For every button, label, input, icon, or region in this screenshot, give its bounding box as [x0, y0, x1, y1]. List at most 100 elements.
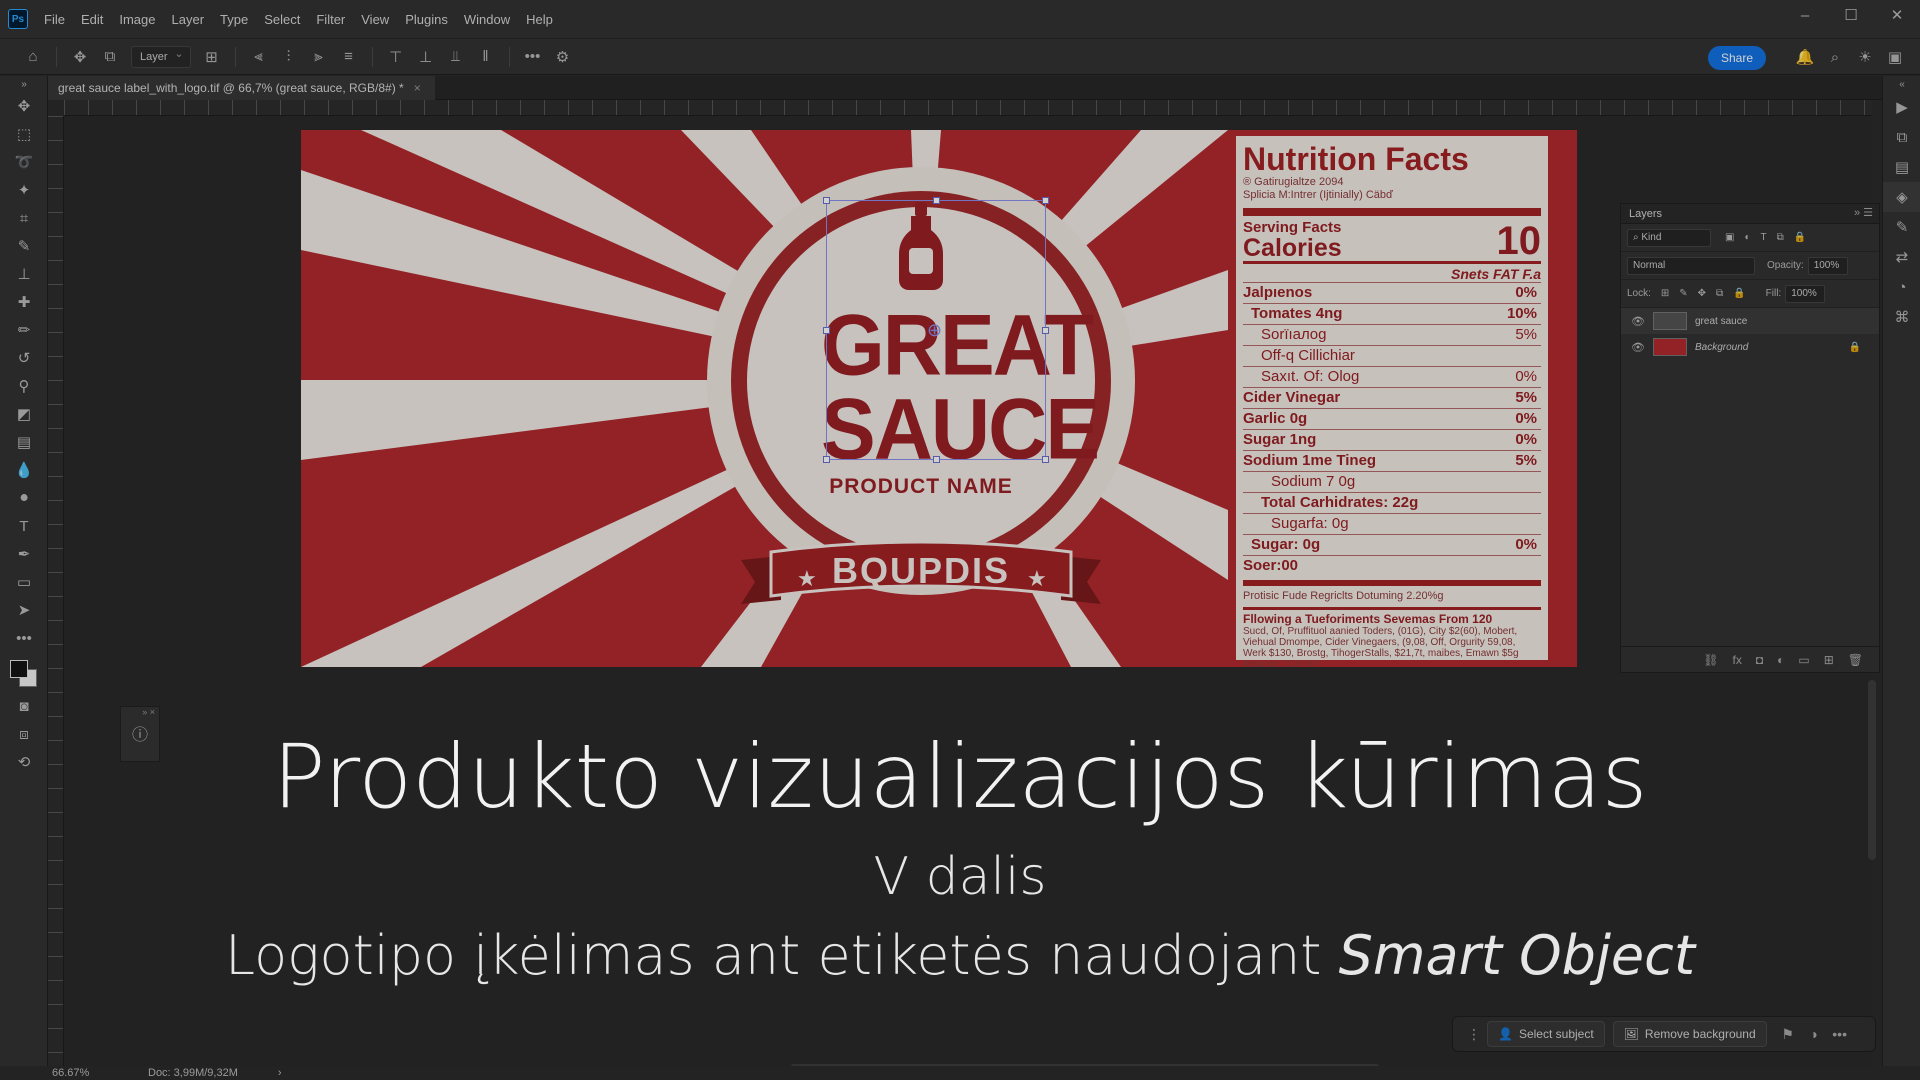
- collapse-dock-icon[interactable]: «: [1883, 76, 1920, 92]
- transform-handle[interactable]: [933, 197, 940, 204]
- new-group-icon[interactable]: ▭: [1798, 653, 1809, 667]
- home-icon[interactable]: ⌂: [18, 44, 48, 70]
- auto-select-icon[interactable]: ⧉: [95, 44, 125, 70]
- blur-tool-icon[interactable]: 💧: [0, 456, 48, 484]
- transform-handle[interactable]: [933, 456, 940, 463]
- visibility-eye-icon[interactable]: 👁: [1631, 315, 1647, 328]
- marquee-tool-icon[interactable]: ⬚: [0, 120, 48, 148]
- clone-tool-icon[interactable]: ⚲: [0, 372, 48, 400]
- fill-field[interactable]: 100%: [1785, 284, 1826, 303]
- auto-select-dropdown[interactable]: Layer: [131, 45, 191, 68]
- generative-fill-icon[interactable]: ⚑: [1775, 1026, 1801, 1043]
- minimize-icon[interactable]: –: [1782, 0, 1828, 30]
- blend-mode-dropdown[interactable]: Normal: [1627, 256, 1755, 275]
- gradient-tool-icon[interactable]: ▤: [0, 428, 48, 456]
- menu-window[interactable]: Window: [456, 12, 518, 27]
- discover-lightbulb-icon[interactable]: ☀: [1850, 44, 1880, 70]
- align-top-icon[interactable]: ⊤: [381, 44, 411, 70]
- link-layers-icon[interactable]: ⛓: [1703, 653, 1718, 667]
- crop-tool-icon[interactable]: ⌗: [0, 204, 48, 232]
- lock-icons[interactable]: ⊞✎✥⧉🔒: [1661, 288, 1756, 299]
- history-brush-tool-icon[interactable]: ↺: [0, 344, 48, 372]
- layer-filter-icons[interactable]: ▣◐T⧉🔒: [1725, 232, 1816, 243]
- collapse-toolbar-icon[interactable]: »: [0, 76, 48, 92]
- layer-filter-dropdown[interactable]: ⌕ Kind: [1627, 228, 1711, 247]
- opacity-field[interactable]: 100%: [1807, 256, 1848, 275]
- brush-settings-icon[interactable]: ✎: [1883, 212, 1920, 242]
- transform-handle[interactable]: [823, 327, 830, 334]
- move-tool-preset-icon[interactable]: ✥: [65, 44, 95, 70]
- more-tools-icon[interactable]: •••: [0, 624, 48, 652]
- transform-handle[interactable]: [1042, 456, 1049, 463]
- close-document-icon[interactable]: ×: [414, 81, 421, 95]
- maximize-icon[interactable]: ☐: [1828, 0, 1874, 30]
- menu-edit[interactable]: Edit: [73, 12, 111, 27]
- menu-filter[interactable]: Filter: [308, 12, 353, 27]
- menu-layer[interactable]: Layer: [164, 12, 213, 27]
- menu-file[interactable]: File: [36, 12, 73, 27]
- history-icon[interactable]: ⧉: [1883, 122, 1920, 152]
- delete-layer-icon[interactable]: 🗑: [1848, 653, 1863, 667]
- document-tab[interactable]: great sauce label_with_logo.tif @ 66,7% …: [48, 76, 435, 100]
- reference-point-icon[interactable]: ⊕: [927, 320, 942, 341]
- menu-type[interactable]: Type: [212, 12, 256, 27]
- libraries-icon[interactable]: ▤: [1883, 152, 1920, 182]
- adjustments-icon[interactable]: ⇄: [1883, 242, 1920, 272]
- add-mask-icon[interactable]: ◘: [1756, 653, 1763, 667]
- eyedropper-tool-icon[interactable]: ✎: [0, 232, 48, 260]
- more-options-icon[interactable]: •••: [518, 44, 548, 70]
- panel-menu-icon[interactable]: » ☰: [1854, 206, 1873, 219]
- eraser-tool-icon[interactable]: ◩: [0, 400, 48, 428]
- transform-handle[interactable]: [823, 456, 830, 463]
- label-artwork[interactable]: GREAT SAUCE PRODUCT NAME ★ ★ BQUPDIS ⊕ N…: [301, 130, 1577, 667]
- status-expand-icon[interactable]: ›: [278, 1067, 282, 1079]
- adjust-icon[interactable]: ◑: [1801, 1026, 1827, 1042]
- close-icon[interactable]: ✕: [1874, 0, 1920, 30]
- layers-panel-icon[interactable]: ◈: [1883, 182, 1920, 212]
- lasso-tool-icon[interactable]: ➰: [0, 148, 48, 176]
- align-left-icon[interactable]: ⫷: [244, 44, 274, 70]
- distribute-vertical-icon[interactable]: ‖: [471, 44, 501, 70]
- share-button[interactable]: Share: [1708, 46, 1766, 70]
- fx-icon[interactable]: fx: [1733, 653, 1742, 667]
- drag-handle-icon[interactable]: ⋮: [1461, 1026, 1487, 1043]
- distribute-icon[interactable]: ≡: [334, 44, 364, 70]
- color-icon[interactable]: ◔: [1883, 272, 1920, 302]
- quick-mask-icon[interactable]: ◙: [0, 692, 48, 720]
- transform-handle[interactable]: [823, 197, 830, 204]
- search-icon[interactable]: ⌕: [1820, 44, 1850, 70]
- layer-row-great-sauce[interactable]: 👁 great sauce: [1621, 308, 1879, 334]
- menu-help[interactable]: Help: [518, 12, 561, 27]
- visibility-eye-icon[interactable]: 👁: [1631, 341, 1647, 354]
- mini-panel-controls[interactable]: » ×: [121, 707, 159, 721]
- notifications-bell-icon[interactable]: 🔔: [1790, 44, 1820, 70]
- align-center-icon[interactable]: ⫶: [274, 44, 304, 70]
- path-selection-tool-icon[interactable]: ➤: [0, 596, 48, 624]
- pen-tool-icon[interactable]: ✒: [0, 540, 48, 568]
- menu-plugins[interactable]: Plugins: [397, 12, 456, 27]
- new-layer-icon[interactable]: ⊞: [1824, 653, 1834, 667]
- remove-background-button[interactable]: 🖼 Remove background: [1612, 1021, 1767, 1047]
- align-right-icon[interactable]: ⫸: [304, 44, 334, 70]
- dodge-tool-icon[interactable]: ⚫: [0, 484, 48, 512]
- healing-brush-tool-icon[interactable]: ✚: [0, 288, 48, 316]
- magic-wand-tool-icon[interactable]: ✦: [0, 176, 48, 204]
- horizontal-ruler[interactable]: [64, 100, 1872, 116]
- select-subject-button[interactable]: 👤 Select subject: [1487, 1021, 1605, 1047]
- workspace-icon[interactable]: ▣: [1880, 44, 1910, 70]
- menu-view[interactable]: View: [353, 12, 397, 27]
- transform-handle[interactable]: [1042, 327, 1049, 334]
- foreground-color-swatch[interactable]: [10, 660, 28, 678]
- move-tool-icon[interactable]: ✥: [0, 92, 48, 120]
- transform-handle[interactable]: [1042, 197, 1049, 204]
- paths-icon[interactable]: ⌘: [1883, 302, 1920, 332]
- brush-tool-icon[interactable]: ✏: [0, 316, 48, 344]
- more-options-icon[interactable]: •••: [1827, 1026, 1853, 1042]
- menu-image[interactable]: Image: [111, 12, 163, 27]
- adjustment-layer-icon[interactable]: ◐: [1777, 653, 1784, 667]
- transform-controls-icon[interactable]: ⊞: [197, 44, 227, 70]
- play-actions-icon[interactable]: ▶: [1883, 92, 1920, 122]
- align-bottom-icon[interactable]: ⫫: [441, 44, 471, 70]
- stamp-tool-icon[interactable]: ⊥: [0, 260, 48, 288]
- menu-select[interactable]: Select: [256, 12, 308, 27]
